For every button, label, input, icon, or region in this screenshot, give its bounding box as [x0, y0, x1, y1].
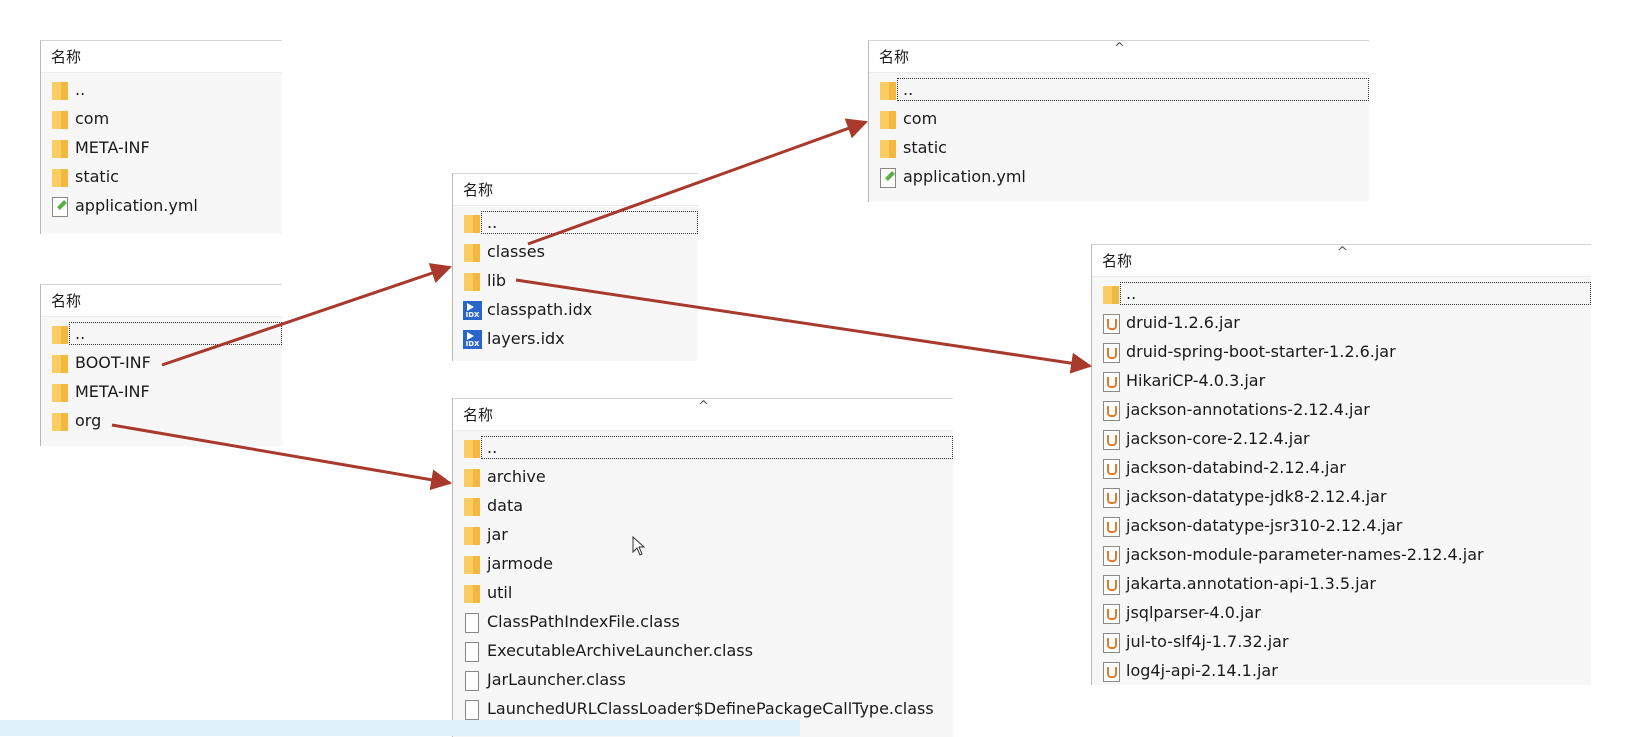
- arrow-boot-inf-to-panel: [161, 263, 452, 367]
- arrow-org-to-panel: [111, 423, 453, 491]
- decorative-wave: [0, 720, 800, 736]
- mouse-cursor-icon: [632, 536, 646, 556]
- arrow-classes-to-panel: [527, 118, 868, 246]
- arrow-lib-to-panel: [515, 278, 1093, 374]
- connector-arrows: [111, 118, 1093, 491]
